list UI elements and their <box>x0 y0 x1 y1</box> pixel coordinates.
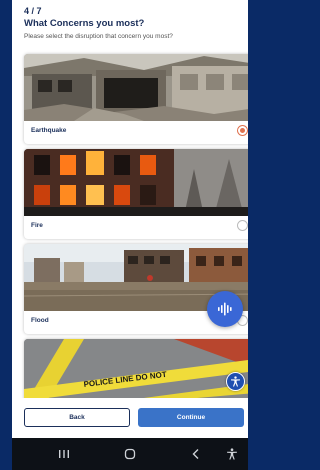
option-label: Flood <box>31 317 49 324</box>
nav-back-button[interactable] <box>188 446 204 462</box>
option-card-earthquake[interactable]: Earthquake <box>24 54 248 144</box>
option-label: Fire <box>31 222 43 229</box>
accessibility-button[interactable] <box>226 372 245 391</box>
home-icon <box>124 448 136 460</box>
accessibility-icon <box>227 448 237 460</box>
police-tape-image: POLICE LINE DO NOT <box>24 339 248 406</box>
recent-apps-button[interactable] <box>56 446 72 462</box>
radio-button[interactable] <box>237 220 248 231</box>
voice-assistant-button[interactable] <box>207 291 243 327</box>
back-icon <box>192 449 199 459</box>
fire-image <box>24 149 248 216</box>
back-button[interactable]: Back <box>24 408 130 427</box>
home-button[interactable] <box>122 446 138 462</box>
option-card-fire[interactable]: Fire <box>24 149 248 239</box>
question-header: 4 / 7 What Concerns you most? Please sel… <box>24 6 236 41</box>
accessibility-icon <box>231 376 240 387</box>
nav-accessibility-button[interactable] <box>224 446 240 462</box>
recent-apps-icon <box>59 450 69 458</box>
audio-waveform-icon <box>218 302 232 316</box>
page-title: What Concerns you most? <box>24 18 145 29</box>
continue-button[interactable]: Continue <box>138 408 244 427</box>
app-screen: 4 / 7 What Concerns you most? Please sel… <box>12 0 248 470</box>
system-navigation-bar <box>12 438 248 470</box>
radio-button-selected[interactable] <box>237 125 248 136</box>
earthquake-image <box>24 54 248 121</box>
page-subtitle: Please select the disruption that concer… <box>24 33 173 40</box>
option-label: Earthquake <box>31 127 67 134</box>
footer-actions: Back Continue <box>12 398 248 438</box>
step-counter: 4 / 7 <box>24 6 42 16</box>
